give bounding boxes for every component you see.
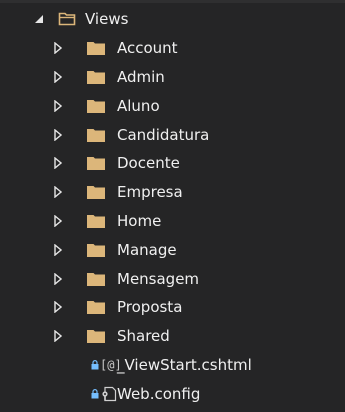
tree-item-label: Admin	[117, 67, 165, 86]
tree-item-label: Candidatura	[117, 125, 210, 144]
solution-explorer-tree: Views Account Admin Aluno Candidatura Do…	[0, 5, 345, 408]
top-scroll-edge	[0, 0, 345, 3]
tree-item-folder[interactable]: Manage	[0, 235, 345, 264]
tree-item-folder[interactable]: Candidatura	[0, 120, 345, 149]
tree-item-folder[interactable]: Empresa	[0, 178, 345, 207]
tree-item-folder[interactable]: Admin	[0, 63, 345, 92]
tree-item-label: Aluno	[117, 96, 160, 115]
folder-icon	[87, 272, 105, 286]
tree-item-label: Home	[117, 211, 162, 230]
tree-item-label: Docente	[117, 154, 180, 173]
document-gear-icon	[102, 386, 117, 401]
folder-icon	[87, 41, 105, 56]
tree-item-folder[interactable]: Proposta	[0, 293, 345, 322]
lock-icon	[91, 388, 99, 399]
tree-item-label: Views	[85, 10, 129, 29]
tree-item-folder[interactable]: Mensagem	[0, 264, 345, 293]
collapsed-chevron-icon[interactable]	[53, 272, 63, 285]
folder-icon	[87, 300, 105, 315]
tree-item-folder[interactable]: Aluno	[0, 91, 345, 120]
collapsed-chevron-icon[interactable]	[53, 186, 63, 199]
folder-icon	[87, 243, 105, 257]
tree-item-file[interactable]: [@] _ViewStart.cshtml	[0, 351, 345, 380]
folder-icon	[87, 70, 105, 84]
collapsed-chevron-icon[interactable]	[53, 214, 63, 227]
tree-item-label: Empresa	[117, 183, 183, 202]
expanded-chevron-icon[interactable]	[34, 13, 44, 25]
collapsed-chevron-icon[interactable]	[53, 42, 63, 55]
tree-item-label: Web.config	[117, 384, 201, 403]
tree-item-label: Mensagem	[117, 269, 200, 288]
collapsed-chevron-icon[interactable]	[53, 128, 63, 141]
lock-icon	[91, 359, 99, 370]
config-file-icon	[91, 386, 117, 402]
tree-item-label: Shared	[117, 327, 170, 346]
collapsed-chevron-icon[interactable]	[53, 157, 63, 170]
tree-item-label: _ViewStart.cshtml	[117, 355, 252, 374]
tree-item-folder[interactable]: Docente	[0, 149, 345, 178]
tree-item-views[interactable]: Views	[0, 5, 345, 34]
collapsed-chevron-icon[interactable]	[53, 243, 63, 256]
collapsed-chevron-icon[interactable]	[53, 99, 63, 112]
tree-item-folder[interactable]: Account	[0, 34, 345, 63]
folder-icon	[87, 329, 105, 344]
tree-item-folder[interactable]: Shared	[0, 322, 345, 351]
folder-icon	[87, 128, 105, 142]
folder-icon	[87, 185, 105, 200]
tree-item-file[interactable]: Web.config	[0, 379, 345, 408]
tree-item-label: Manage	[117, 240, 177, 259]
folder-icon	[87, 99, 105, 113]
collapsed-chevron-icon[interactable]	[53, 301, 63, 314]
collapsed-chevron-icon[interactable]	[53, 330, 63, 343]
tree-item-label: Account	[117, 39, 178, 58]
collapsed-chevron-icon[interactable]	[53, 70, 63, 83]
tree-item-label: Proposta	[117, 298, 183, 317]
tree-item-folder[interactable]: Home	[0, 207, 345, 236]
folder-icon	[87, 214, 105, 228]
folder-icon	[87, 156, 105, 171]
open-folder-icon	[58, 12, 76, 26]
